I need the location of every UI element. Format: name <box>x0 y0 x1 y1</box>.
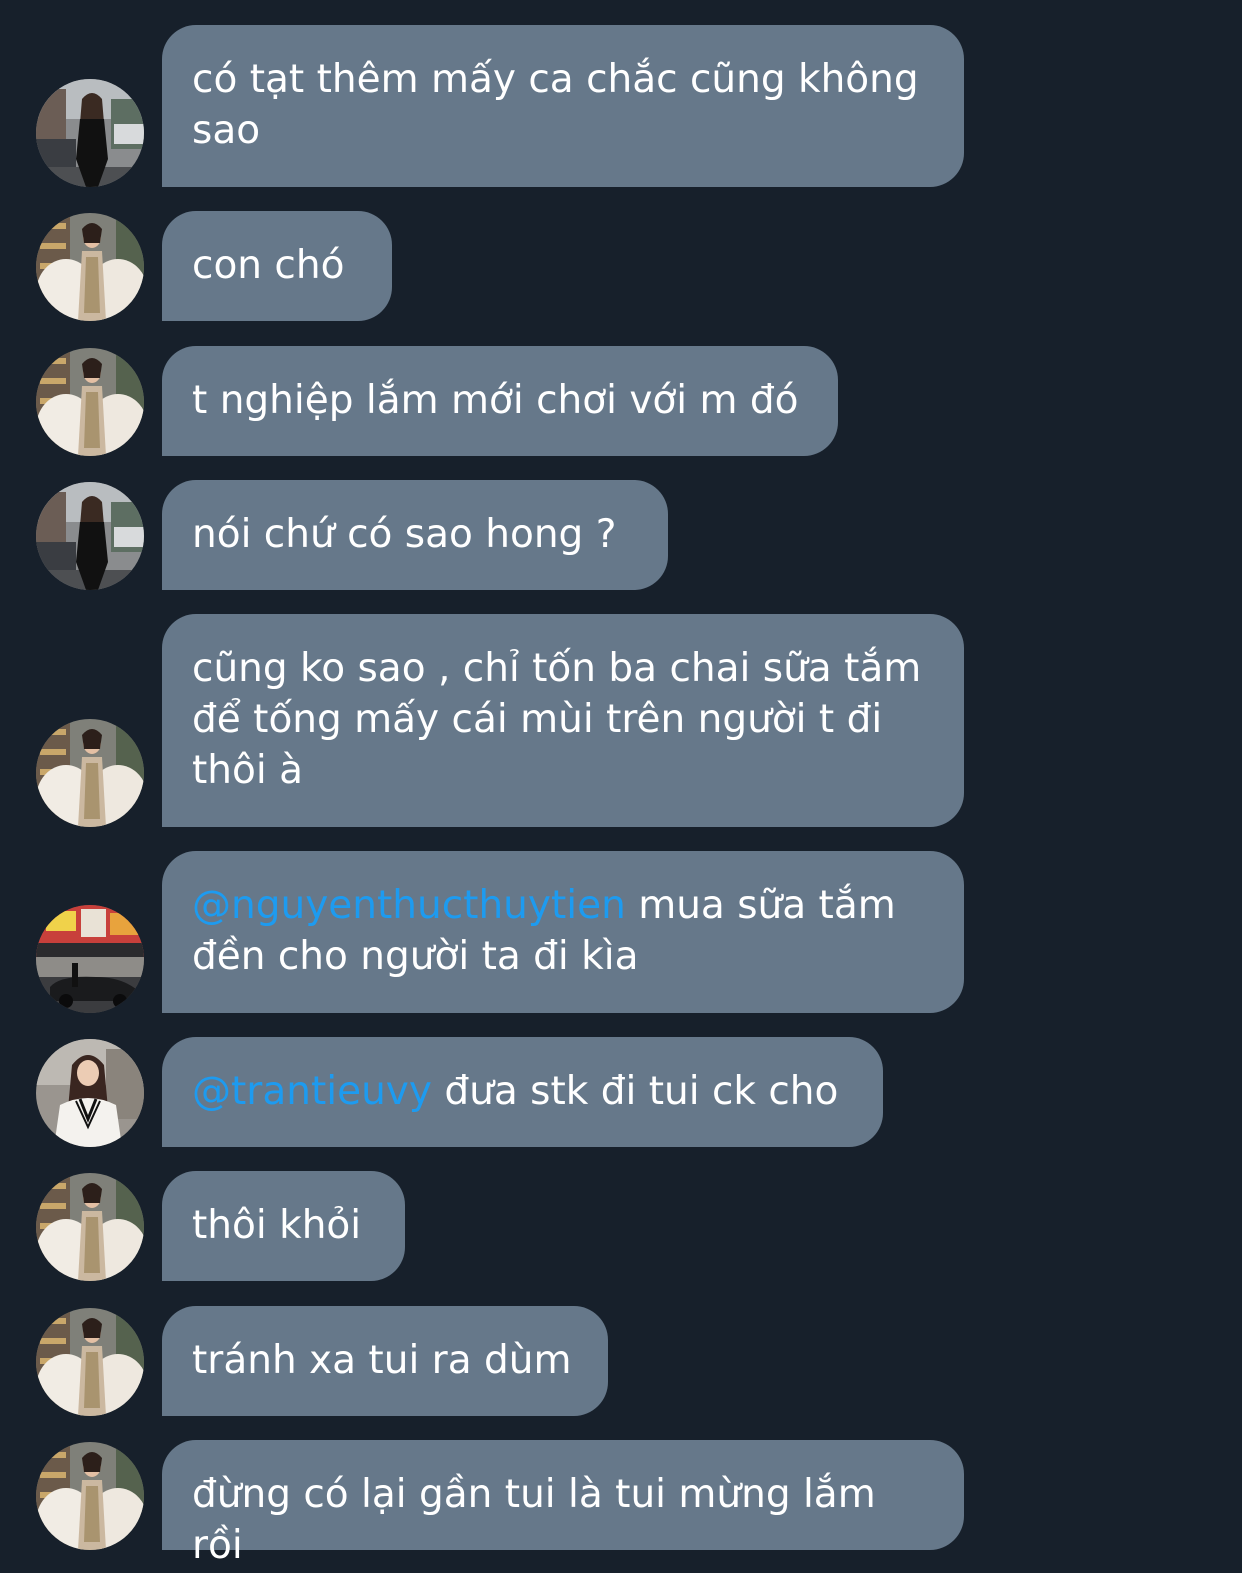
message-text: có tạt thêm mấy ca chắc cũng không sao <box>192 57 919 153</box>
white-fur-gown-avatar[interactable] <box>36 719 144 827</box>
message-text: t nghiệp lắm mới chơi với m đó <box>192 378 799 423</box>
message-text: thôi khỏi <box>192 1203 362 1248</box>
message-row: @trantieuvy đưa stk đi tui ck cho <box>0 1037 1242 1147</box>
message-bubble[interactable]: nói chứ có sao hong ? <box>162 480 668 590</box>
storefront-car-avatar[interactable] <box>36 905 144 1013</box>
white-fur-gown-avatar[interactable] <box>36 1308 144 1416</box>
message-text: nói chứ có sao hong ? <box>192 512 617 557</box>
mention-link[interactable]: @nguyenthucthuytien <box>192 883 626 928</box>
message-row: cũng ko sao , chỉ tốn ba chai sữa tắm để… <box>0 614 1242 827</box>
white-fur-gown-avatar[interactable] <box>36 1173 144 1281</box>
message-bubble[interactable]: cũng ko sao , chỉ tốn ba chai sữa tắm để… <box>162 614 964 827</box>
white-fur-gown-avatar[interactable] <box>36 213 144 321</box>
message-row: t nghiệp lắm mới chơi với m đó <box>0 346 1242 456</box>
message-bubble[interactable]: con chó <box>162 211 392 321</box>
white-knit-vest-avatar[interactable] <box>36 1039 144 1147</box>
message-row: @nguyenthucthuytien mua sữa tắm đền cho … <box>0 851 1242 1013</box>
message-bubble[interactable]: đừng có lại gần tui là tui mừng lắm rồi <box>162 1440 964 1568</box>
message-row: có tạt thêm mấy ca chắc cũng không sao <box>0 25 1242 187</box>
message-text: tránh xa tui ra dùm <box>192 1338 572 1383</box>
message-row: thôi khỏi <box>0 1171 1242 1281</box>
message-text: đừng có lại gần tui là tui mừng lắm rồi <box>192 1472 876 1568</box>
message-row: nói chứ có sao hong ? <box>0 480 1242 590</box>
message-bubble[interactable]: @trantieuvy đưa stk đi tui ck cho <box>162 1037 883 1147</box>
message-text: cũng ko sao , chỉ tốn ba chai sữa tắm để… <box>192 646 922 793</box>
message-bubble[interactable]: tránh xa tui ra dùm <box>162 1306 608 1416</box>
white-fur-gown-avatar[interactable] <box>36 1442 144 1550</box>
message-bubble[interactable]: thôi khỏi <box>162 1171 405 1281</box>
message-text: con chó <box>192 243 345 288</box>
message-row: con chó <box>0 211 1242 321</box>
message-bubble[interactable]: t nghiệp lắm mới chơi với m đó <box>162 346 838 456</box>
message-bubble[interactable]: có tạt thêm mấy ca chắc cũng không sao <box>162 25 964 187</box>
black-outfit-street-avatar[interactable] <box>36 79 144 187</box>
message-row: tránh xa tui ra dùm <box>0 1306 1242 1416</box>
message-row: đừng có lại gần tui là tui mừng lắm rồi <box>0 1440 1242 1568</box>
black-outfit-street-avatar[interactable] <box>36 482 144 590</box>
mention-link[interactable]: @trantieuvy <box>192 1069 432 1114</box>
white-fur-gown-avatar[interactable] <box>36 348 144 456</box>
message-text: đưa stk đi tui ck cho <box>431 1069 839 1114</box>
message-bubble[interactable]: @nguyenthucthuytien mua sữa tắm đền cho … <box>162 851 964 1013</box>
